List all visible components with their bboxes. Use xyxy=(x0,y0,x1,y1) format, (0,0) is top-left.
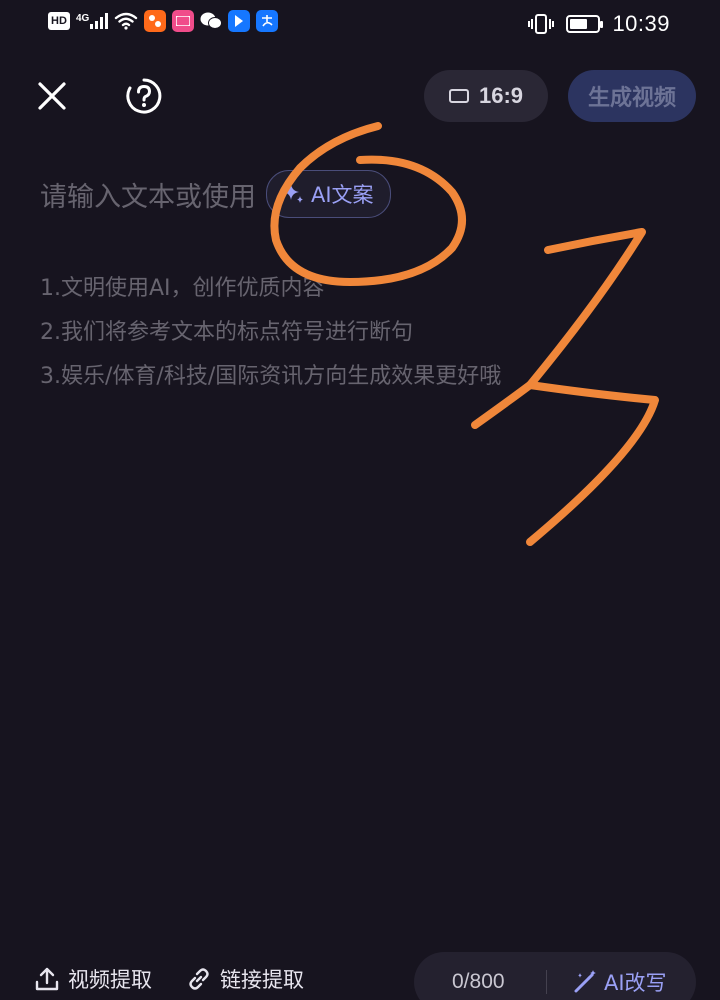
status-left: HD 4G xyxy=(48,10,279,32)
aspect-ratio-icon xyxy=(448,89,469,103)
screen: HD 4G 10:39 16:9 生成视频 请输入文本或使用 AI文案 1.文明… xyxy=(0,0,720,1000)
magic-wand-icon xyxy=(574,970,596,993)
aspect-ratio-button[interactable]: 16:9 xyxy=(424,70,548,122)
extract-link-label: 链接提取 xyxy=(220,968,304,992)
battery-icon xyxy=(566,15,604,33)
char-count: 0/800 xyxy=(452,970,505,993)
extract-link-button[interactable]: 链接提取 xyxy=(186,964,304,994)
upload-icon xyxy=(35,967,59,991)
status-right: 10:39 xyxy=(528,11,670,37)
signal-icon xyxy=(90,13,109,29)
hint-list: 1.文明使用AI，创作优质内容 2.我们将参考文本的标点符号进行断句 3.娱乐/… xyxy=(40,272,501,404)
generate-video-button[interactable]: 生成视频 xyxy=(568,70,696,122)
hint-item: 2.我们将参考文本的标点符号进行断句 xyxy=(40,320,413,345)
network-label: 4G xyxy=(76,13,90,24)
wechat-icon xyxy=(200,10,223,32)
text-editor[interactable]: 请输入文本或使用 AI文案 1.文明使用AI，创作优质内容 2.我们将参考文本的… xyxy=(40,160,680,920)
placeholder-line: 请输入文本或使用 AI文案 xyxy=(40,170,391,218)
alipay-icon xyxy=(256,10,279,32)
extract-video-label: 视频提取 xyxy=(68,968,152,992)
pill-divider xyxy=(546,970,547,994)
ai-copy-button[interactable]: AI文案 xyxy=(266,170,391,218)
sparkle-icon xyxy=(283,184,303,203)
status-bar: HD 4G 10:39 xyxy=(0,0,720,50)
extract-video-button[interactable]: 视频提取 xyxy=(34,964,152,994)
hint-item: 1.文明使用AI，创作优质内容 xyxy=(40,276,325,301)
bottom-bar: 视频提取 链接提取 0/800 AI改写 xyxy=(0,950,720,1000)
aspect-ratio-label: 16:9 xyxy=(478,83,524,108)
close-button[interactable] xyxy=(30,74,74,118)
wifi-icon xyxy=(115,12,138,30)
help-button[interactable] xyxy=(122,74,166,118)
counter-pill: 0/800 AI改写 xyxy=(414,952,696,1000)
ai-rewrite-label: AI改写 xyxy=(604,971,667,995)
blue-app-icon xyxy=(228,10,251,32)
ai-rewrite-button[interactable]: AI改写 xyxy=(572,967,667,997)
taobao-app-icon xyxy=(144,10,167,32)
hint-item: 3.娱乐/体育/科技/国际资讯方向生成效果更好哦 xyxy=(40,364,502,389)
hd-badge: HD xyxy=(48,12,70,30)
network-type: 4G xyxy=(76,13,109,29)
help-icon xyxy=(126,78,162,114)
editor-placeholder: 请输入文本或使用 xyxy=(40,181,256,213)
link-icon xyxy=(189,968,209,990)
pink-app-icon xyxy=(172,10,195,32)
close-icon xyxy=(38,82,66,110)
clock: 10:39 xyxy=(612,11,670,36)
ai-copy-label: AI文案 xyxy=(311,183,374,207)
vibrate-icon xyxy=(528,14,555,34)
top-bar: 16:9 生成视频 xyxy=(0,62,720,130)
battery-level xyxy=(570,19,588,29)
